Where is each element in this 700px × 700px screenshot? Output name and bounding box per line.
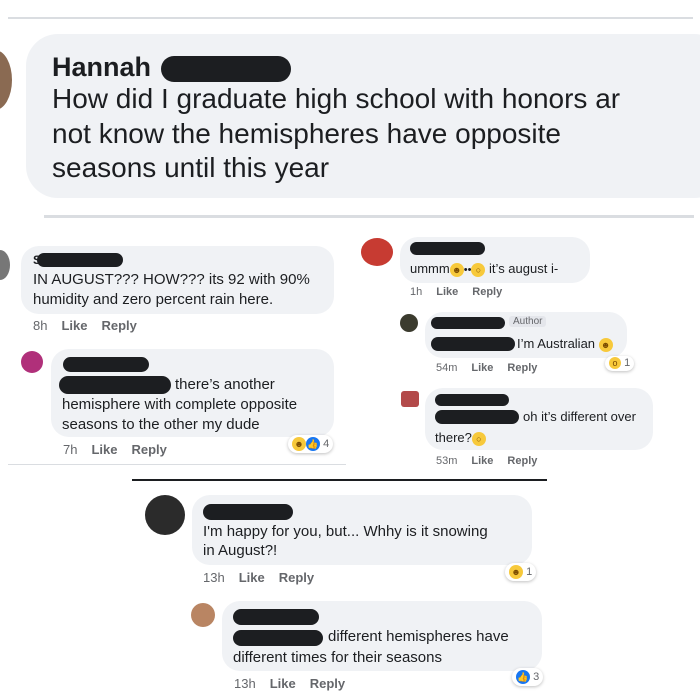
timestamp: 53m — [436, 455, 458, 467]
redacted-name — [203, 504, 293, 520]
comment-text-post: it’s august i- — [489, 261, 559, 276]
redacted-name — [431, 317, 505, 329]
reply-link[interactable]: Reply — [101, 318, 136, 333]
like-link[interactable]: Like — [471, 455, 493, 467]
laugh-emoji-icon: ☻ — [292, 437, 306, 452]
redacted-name — [410, 242, 485, 255]
avatar[interactable] — [0, 50, 12, 110]
timestamp: 54m — [436, 362, 458, 374]
comment-text-line2: humidity and zero percent rain here. — [33, 291, 274, 308]
comment-bubble: different hemispheres have different tim… — [222, 601, 542, 671]
post-text-line2: not know the hemispheres have opposite — [52, 118, 561, 149]
redacted-name — [233, 609, 319, 625]
avatar[interactable] — [191, 603, 215, 627]
author-name[interactable]: Hannah — [52, 52, 151, 82]
redacted-surname — [160, 55, 291, 82]
redacted-name — [435, 394, 509, 406]
comment-text-pre: ummm — [410, 261, 450, 276]
like-link[interactable]: Like — [61, 318, 87, 333]
avatar[interactable] — [0, 250, 10, 280]
comment-meta: 7h Like Reply — [63, 442, 181, 457]
comment-text-line2: different times for their seasons — [233, 649, 442, 666]
like-reaction-icon: 👍 — [306, 437, 320, 452]
avatar[interactable] — [401, 391, 419, 407]
timestamp: 1h — [410, 286, 423, 298]
wow-emoji-icon: o — [609, 357, 621, 370]
timestamp: 13h — [203, 570, 225, 585]
comment-text-line2: there? — [435, 430, 472, 445]
comment-meta: 13h Like Reply — [203, 570, 328, 585]
avatar[interactable] — [400, 314, 418, 332]
comment-bubble: there’s another hemisphere with complete… — [51, 349, 334, 437]
comment-text-line3: seasons to the other my dude — [62, 416, 260, 433]
main-post-bubble: Hannah How did I graduate high school wi… — [26, 34, 700, 198]
avatar[interactable] — [145, 495, 185, 535]
redacted-mention — [59, 376, 171, 394]
redacted-name — [63, 357, 149, 372]
comment-text: I’m Australian — [517, 336, 596, 351]
redacted-mention — [431, 337, 515, 351]
reaction-count: 3 — [533, 671, 540, 683]
reply-link[interactable]: Reply — [507, 455, 537, 467]
comment-bubble: ummm ☻ •• ○ it’s august i- — [400, 237, 590, 283]
reply-link[interactable]: Reply — [507, 362, 537, 374]
comment-text-line1: there’s another — [175, 376, 275, 393]
reply-link[interactable]: Reply — [131, 442, 166, 457]
comment-meta: 53m Like Reply — [436, 455, 551, 467]
post-divider — [44, 215, 694, 218]
comment-text-line2: in August?! — [203, 542, 278, 559]
comment-meta: 13h Like Reply — [234, 676, 359, 691]
comment-text-line2: hemisphere with complete opposite — [62, 396, 298, 413]
timestamp: 13h — [234, 676, 256, 691]
comment-text-line1: I'm happy for you, but... Whhy is it sno… — [203, 523, 488, 540]
timestamp: 7h — [63, 442, 78, 457]
like-link[interactable]: Like — [239, 570, 265, 585]
comment-text-line1: IN AUGUST??? HOW??? its 92 with 90% — [33, 271, 310, 288]
comment-meta: 8h Like Reply — [33, 318, 151, 333]
reaction-count: 1 — [526, 566, 533, 578]
like-reaction-icon: 👍 — [516, 670, 530, 685]
section-divider — [132, 479, 547, 481]
comment-bubble: Author I’m Australian ☻ — [425, 312, 627, 358]
reaction-badge[interactable]: ☻ 1 — [505, 563, 537, 581]
flushed-emoji-icon: ○ — [471, 431, 486, 446]
reaction-badge[interactable]: ☻ 👍 4 — [288, 435, 334, 453]
redacted-name — [37, 253, 123, 267]
reaction-badge[interactable]: 👍 3 — [512, 668, 544, 686]
avatar[interactable] — [361, 238, 393, 266]
like-link[interactable]: Like — [471, 362, 493, 374]
reaction-count: 4 — [323, 438, 330, 450]
comment-meta: 54m Like Reply — [436, 362, 551, 374]
comment-text-line1: different hemispheres have — [328, 628, 509, 645]
reply-link[interactable]: Reply — [310, 676, 345, 691]
comment-meta: 1h Like Reply — [410, 286, 516, 298]
eyes-emoji-icon: •• — [463, 264, 472, 276]
like-link[interactable]: Like — [270, 676, 296, 691]
redacted-mention — [233, 630, 323, 646]
post-text-line1: How did I graduate high school with hono… — [52, 83, 621, 114]
panel-divider — [8, 464, 346, 465]
comment-bubble: oh it’s different over there? ○ — [425, 388, 653, 450]
grin-emoji-icon: ☻ — [449, 262, 464, 277]
flushed-emoji-icon: ○ — [471, 262, 486, 277]
laugh-emoji-icon: ☻ — [509, 565, 523, 580]
reaction-count: 1 — [624, 357, 631, 369]
comment-bubble: S IN AUGUST??? HOW??? its 92 with 90% hu… — [21, 246, 334, 314]
like-link[interactable]: Like — [436, 286, 458, 298]
avatar[interactable] — [21, 351, 43, 373]
top-border — [8, 17, 693, 19]
reply-link[interactable]: Reply — [472, 286, 502, 298]
timestamp: 8h — [33, 318, 48, 333]
redacted-mention — [435, 410, 519, 424]
comment-bubble: I'm happy for you, but... Whhy is it sno… — [192, 495, 532, 565]
author-badge: Author — [509, 316, 547, 327]
comment-text-line1: oh it’s different over — [523, 409, 636, 424]
reply-link[interactable]: Reply — [279, 570, 314, 585]
like-link[interactable]: Like — [91, 442, 117, 457]
reaction-badge[interactable]: o 1 — [605, 356, 635, 371]
post-text-line3: seasons until this year — [52, 152, 330, 183]
grin-emoji-icon: ☻ — [598, 337, 613, 352]
